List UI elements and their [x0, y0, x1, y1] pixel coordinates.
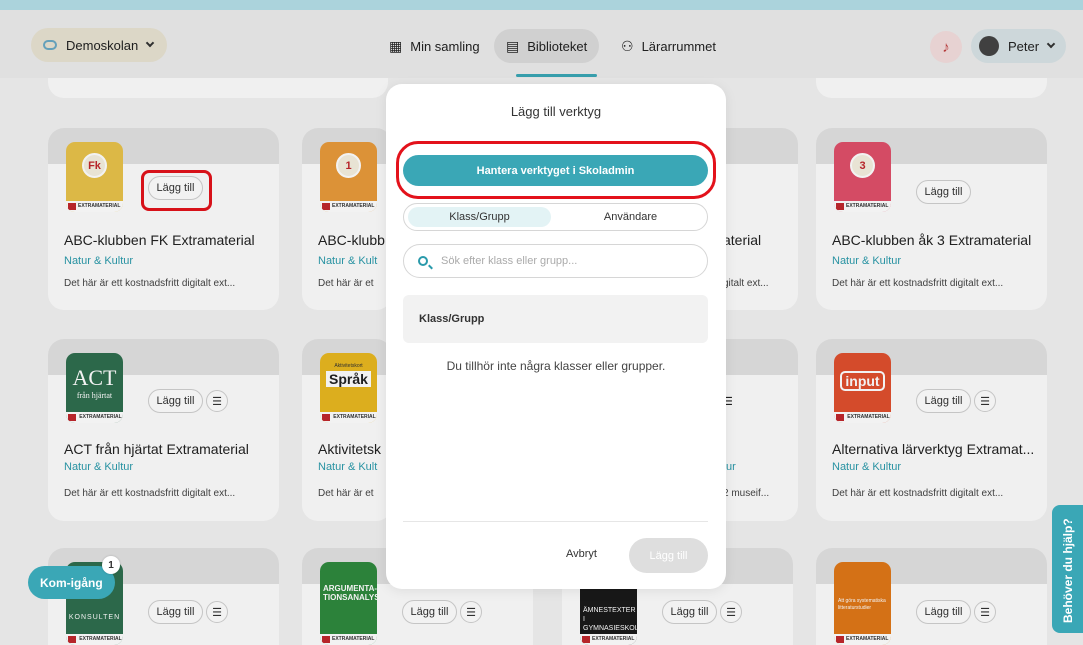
notification-count-badge: 1 [102, 556, 120, 574]
search-field[interactable] [403, 244, 708, 278]
help-tab[interactable]: Behöver du hjälp? [1052, 505, 1083, 633]
tab-anvandare[interactable]: Användare [559, 207, 702, 227]
list-header: Klass/Grupp [403, 295, 708, 343]
empty-state-text: Du tillhör inte några klasser eller grup… [446, 359, 666, 373]
divider [403, 521, 708, 522]
modal-tabs: Klass/Grupp Användare [403, 203, 708, 231]
search-input[interactable] [441, 255, 681, 267]
modal-title: Lägg till verktyg [510, 104, 602, 119]
help-label: Behöver du hjälp? [1061, 518, 1075, 623]
cancel-button[interactable]: Avbryt [566, 548, 597, 560]
search-icon [418, 256, 428, 266]
tab-klass-grupp[interactable]: Klass/Grupp [408, 207, 551, 227]
highlight-box [396, 141, 716, 199]
add-button-disabled[interactable]: Lägg till [629, 538, 708, 573]
kom-igang-button[interactable]: Kom-igång [28, 566, 115, 599]
